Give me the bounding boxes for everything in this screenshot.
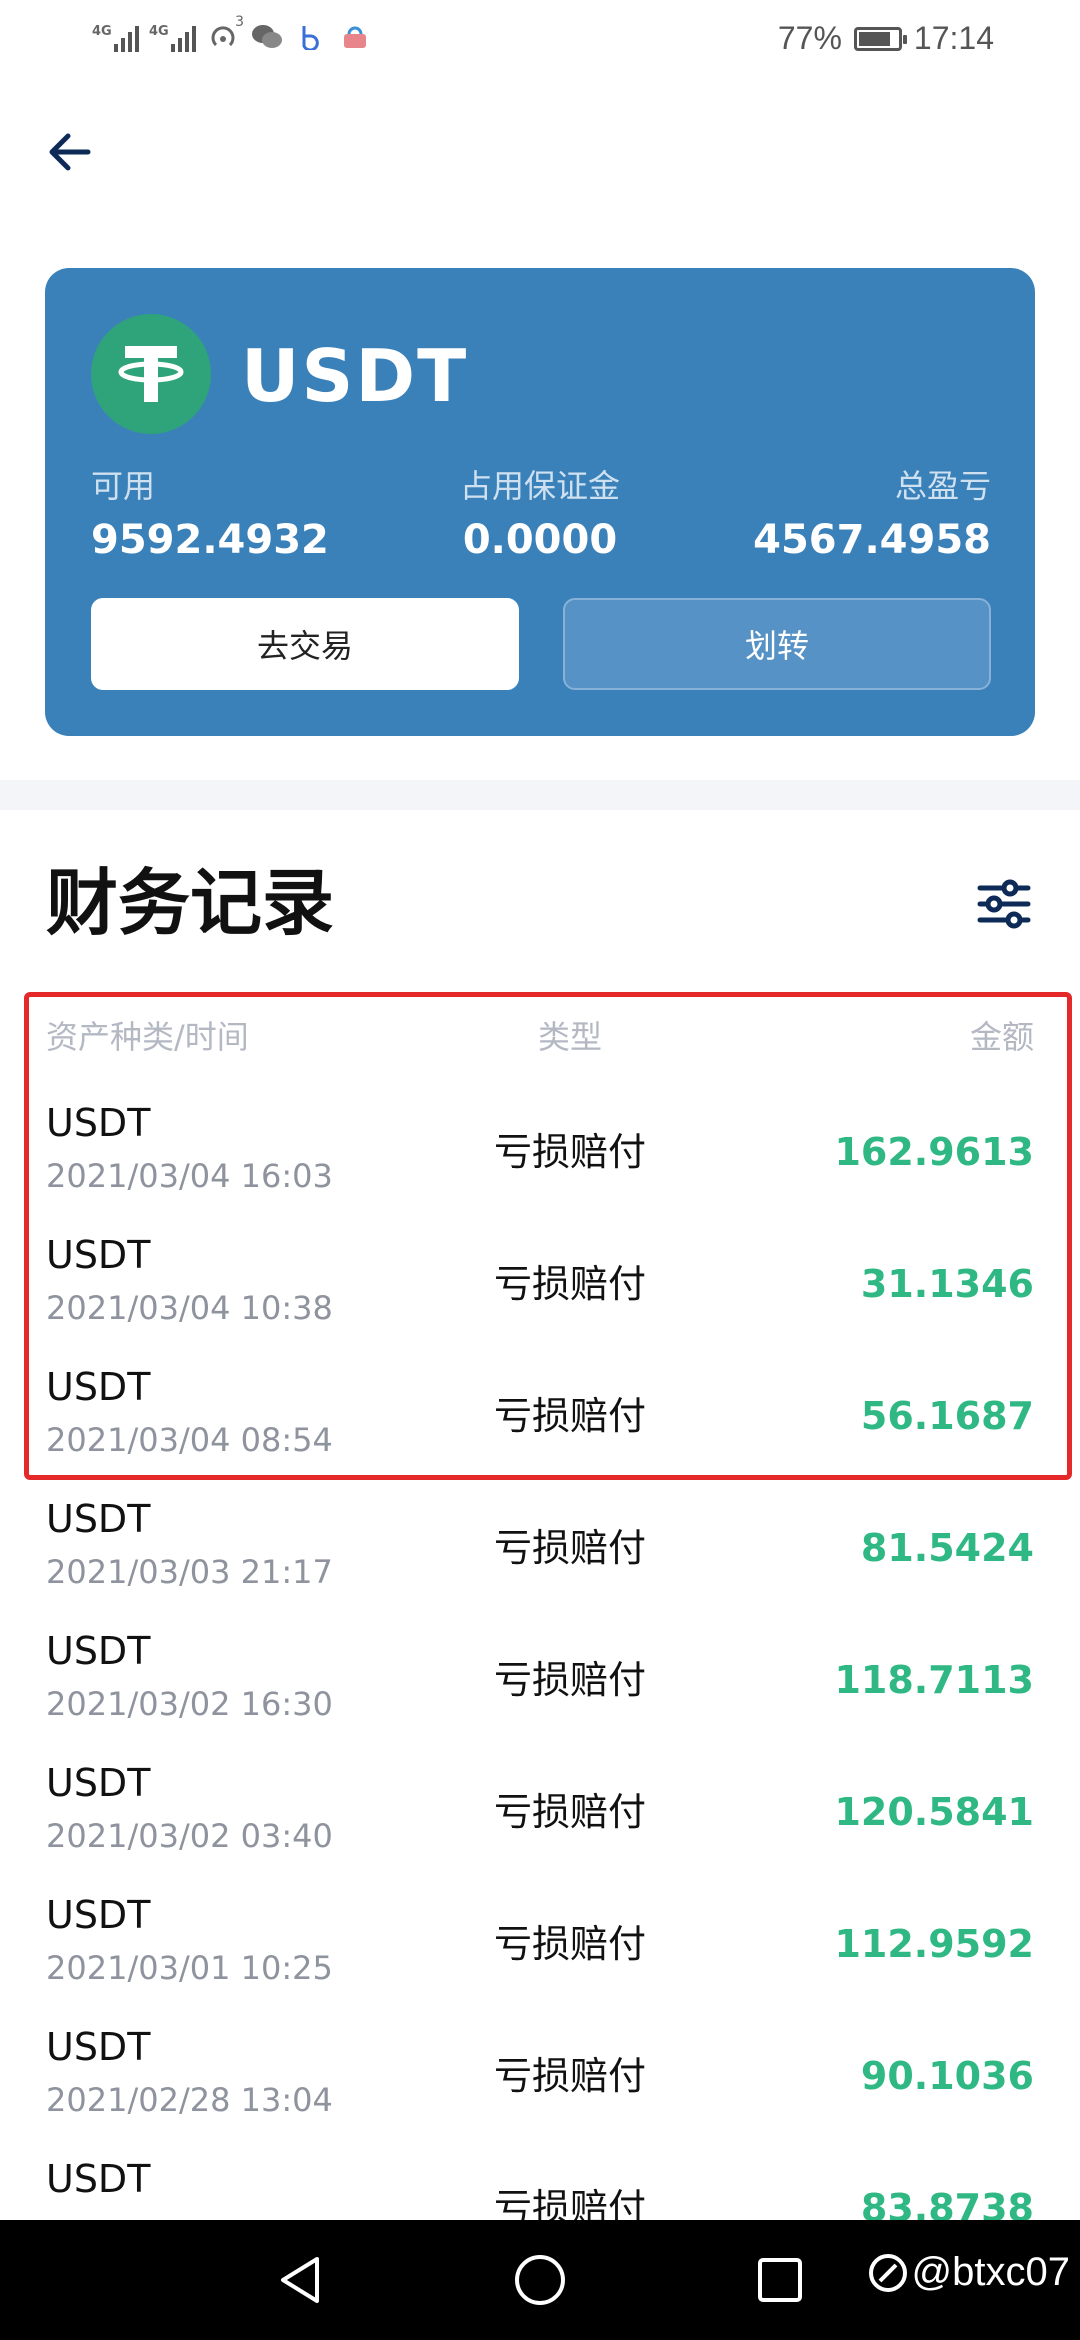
app-basket-icon (338, 20, 372, 54)
transfer-button[interactable]: 划转 (563, 598, 991, 690)
pnl-value: 4567.4958 (753, 517, 991, 563)
row-amount: 112.9592 (834, 1922, 1034, 1966)
row-amount: 118.7113 (834, 1658, 1034, 1702)
table-row[interactable]: USDT 2021/03/03 21:17 亏损赔付 81.5424 (0, 1488, 1080, 1620)
row-type: 亏损赔付 (493, 1394, 646, 1438)
battery-icon (853, 26, 907, 51)
row-amount: 56.1687 (860, 1394, 1034, 1438)
battery-percent: 77% (777, 20, 842, 56)
tether-icon (91, 314, 211, 434)
watermark-text: @btxc07 (911, 2250, 1070, 2294)
nav-back-button[interactable] (268, 2248, 332, 2312)
hotspot-count: 3 (235, 14, 244, 30)
row-type: 亏损赔付 (493, 2054, 646, 2098)
section-divider (0, 780, 1080, 810)
nav-recents-button[interactable] (748, 2248, 812, 2312)
margin-stat: 占用保证金 0.0000 (425, 464, 655, 568)
row-type: 亏损赔付 (493, 1922, 646, 1966)
table-row[interactable]: USDT 2021/02/28 13:04 亏损赔付 90.1036 (0, 2016, 1080, 2148)
row-asset: USDT (46, 1761, 151, 1805)
row-amount: 120.5841 (834, 1790, 1034, 1834)
sim2-network-label: 4G (149, 24, 169, 39)
table-row[interactable]: USDT 2021/03/04 16:03 亏损赔付 162.9613 (0, 1092, 1080, 1224)
weibo-logo-icon (868, 2253, 907, 2292)
header-asset-time: 资产种类/时间 (46, 1018, 249, 1056)
back-button[interactable] (38, 120, 102, 184)
table-row[interactable]: USDT 2021/03/02 03:40 亏损赔付 120.5841 (0, 1752, 1080, 1884)
row-time: 2021/03/04 10:38 (46, 1289, 333, 1327)
signal-sim2-icon: 4G (149, 22, 196, 52)
status-bar: 4G 4G 3 77% 17:14 (0, 0, 1080, 86)
header-type: 类型 (537, 1018, 602, 1056)
status-right: 77% 17:14 (778, 20, 994, 57)
coin-name: USDT (241, 334, 469, 418)
trade-button[interactable]: 去交易 (91, 598, 519, 690)
row-asset: USDT (46, 1101, 151, 1145)
row-time: 2021/03/04 08:54 (46, 1421, 333, 1459)
table-row[interactable]: USDT 2021/03/04 08:54 亏损赔付 56.1687 (0, 1356, 1080, 1488)
row-time: 2021/03/04 16:03 (46, 1157, 333, 1195)
navigation-bar: @btxc07 (0, 2220, 1080, 2340)
available-stat: 可用 9592.4932 (91, 464, 329, 568)
row-amount: 31.1346 (860, 1262, 1034, 1306)
row-time: 2021/03/02 03:40 (46, 1817, 333, 1855)
table-row[interactable]: USDT 2021/03/01 10:25 亏损赔付 112.9592 (0, 1884, 1080, 2016)
pnl-label: 总盈亏 (894, 467, 991, 505)
hotspot-icon: 3 (206, 14, 244, 54)
row-type: 亏损赔付 (493, 1262, 646, 1306)
row-type: 亏损赔付 (493, 1790, 646, 1834)
row-time: 2021/03/02 16:30 (46, 1685, 333, 1723)
row-asset: USDT (46, 1233, 151, 1277)
row-amount: 90.1036 (860, 2054, 1034, 2098)
row-type: 亏损赔付 (493, 1658, 646, 1702)
row-type: 亏损赔付 (493, 1130, 646, 1174)
account-card: USDT 可用 9592.4932 占用保证金 0.0000 总盈亏 4567.… (45, 268, 1035, 736)
table-row[interactable]: USDT 2021/03/04 10:38 亏损赔付 31.1346 (0, 1224, 1080, 1356)
row-time: 2021/03/01 10:25 (46, 1949, 333, 1987)
records-list: USDT 2021/03/04 16:03 亏损赔付 162.9613 USDT… (0, 1092, 1080, 2280)
row-asset: USDT (46, 2157, 151, 2201)
row-time: 2021/03/03 21:17 (46, 1553, 333, 1591)
header-amount: 金额 (969, 1018, 1034, 1056)
table-row[interactable]: USDT 2021/03/02 16:30 亏损赔付 118.7113 (0, 1620, 1080, 1752)
watermark: @btxc07 (868, 2250, 1070, 2295)
row-amount: 81.5424 (860, 1526, 1034, 1570)
row-amount: 162.9613 (834, 1130, 1034, 1174)
table-header: 资产种类/时间 类型 金额 (0, 1012, 1080, 1062)
circle-home-icon (515, 2255, 565, 2305)
triangle-back-icon (281, 2257, 319, 2303)
wechat-icon (250, 20, 284, 54)
pnl-stat: 总盈亏 4567.4958 (753, 464, 991, 568)
nav-home-button[interactable] (508, 2248, 572, 2312)
status-left: 4G 4G 3 (92, 14, 372, 54)
clock: 17:14 (913, 20, 994, 56)
filter-button[interactable] (972, 872, 1036, 936)
app-b-icon (294, 20, 328, 54)
available-value: 9592.4932 (91, 517, 329, 563)
row-asset: USDT (46, 2025, 151, 2069)
margin-value: 0.0000 (462, 517, 618, 563)
row-asset: USDT (46, 1629, 151, 1673)
sim1-network-label: 4G (92, 24, 112, 39)
signal-sim1-icon: 4G (92, 22, 139, 52)
page-title: 财务记录 (46, 861, 335, 945)
arrow-left-icon (49, 133, 91, 171)
row-asset: USDT (46, 1365, 151, 1409)
row-asset: USDT (46, 1893, 151, 1937)
row-type: 亏损赔付 (493, 1526, 646, 1570)
sliders-icon (977, 879, 1031, 929)
margin-label: 占用保证金 (459, 467, 620, 505)
square-recents-icon (758, 2258, 802, 2302)
available-label: 可用 (91, 467, 156, 505)
row-asset: USDT (46, 1497, 151, 1541)
row-time: 2021/02/28 13:04 (46, 2081, 333, 2119)
